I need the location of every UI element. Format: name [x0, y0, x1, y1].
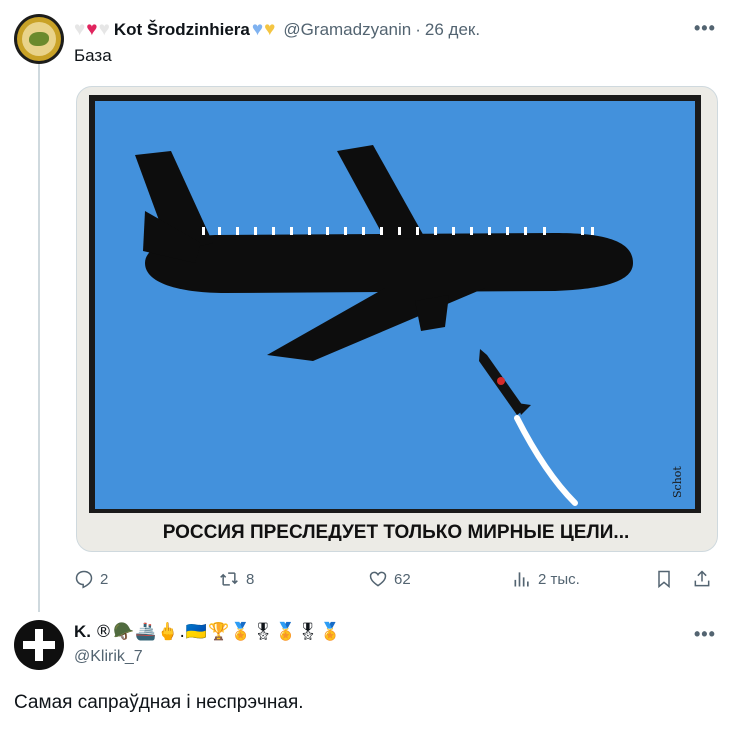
author-handle[interactable]: @Gramadzyanin — [283, 20, 411, 40]
name-emoji-hearts: ♥ ♥ ♥ — [74, 19, 110, 41]
like-icon — [369, 571, 387, 587]
avatar[interactable] — [14, 14, 64, 64]
cartoon-image: Schot РОССИЯ ПРЕСЛЕДУЕТ ТОЛЬКО МИРНЫЕ ЦЕ… — [85, 93, 707, 541]
tweet-header: ♥ ♥ ♥ Kot Šrodzinhiera ♥ ♥ @Gramadzyanin · … — [74, 17, 480, 43]
thread-line — [38, 64, 40, 612]
reply-icon — [75, 570, 93, 589]
retweet-icon — [220, 572, 238, 586]
artist-signature: Schot — [671, 466, 684, 498]
reply-button[interactable]: 2 — [74, 566, 108, 592]
yellow-heart-icon: ♥ — [264, 19, 276, 40]
white-heart-icon: ♥ — [98, 19, 110, 40]
tweet-image[interactable]: Schot РОССИЯ ПРЕСЛЕДУЕТ ТОЛЬКО МИРНЫЕ ЦЕ… — [76, 86, 718, 552]
author-name[interactable]: Kot Šrodzinhiera — [114, 20, 250, 40]
name-emoji-hearts-end: ♥ ♥ — [252, 19, 276, 41]
bookmark-icon — [658, 570, 670, 589]
like-count: 62 — [394, 570, 411, 588]
reply-header: K. ®🪖🚢🖕.🇺🇦🏆🏅🎖🏅🎖🏅 — [74, 620, 342, 644]
reply-author-name[interactable]: K. — [74, 622, 91, 642]
views-icon — [514, 572, 529, 587]
retweet-button[interactable]: 8 — [218, 566, 254, 592]
blue-heart-icon: ♥ — [251, 19, 264, 40]
reply-avatar[interactable] — [14, 620, 64, 670]
views-count: 2 тыс. — [538, 570, 580, 588]
reply-author-handle[interactable]: @Klirik_7 — [74, 648, 143, 666]
reply-text: Самая сапраўдная і неспрэчная. — [14, 692, 304, 713]
red-heart-icon: ♥ — [86, 19, 98, 40]
tweet-text: База — [74, 46, 112, 65]
retweet-count: 8 — [246, 570, 255, 588]
views-button[interactable]: 2 тыс. — [512, 566, 580, 592]
tweet-actions: 2 8 62 2 тыс. — [74, 566, 720, 592]
bookmark-button[interactable] — [654, 566, 674, 592]
reply-name-emojis: ®🪖🚢🖕.🇺🇦🏆🏅🎖🏅🎖🏅 — [95, 622, 342, 642]
share-icon — [694, 570, 710, 587]
image-caption: РОССИЯ ПРЕСЛЕДУЕТ ТОЛЬКО МИРНЫЕ ЦЕЛИ... — [163, 522, 630, 541]
separator-dot: · — [415, 20, 421, 39]
like-button[interactable]: 62 — [368, 566, 411, 592]
more-icon[interactable]: ••• — [694, 18, 716, 39]
reply-count: 2 — [100, 570, 109, 588]
more-icon[interactable]: ••• — [694, 624, 716, 645]
timestamp[interactable]: 26 дек. — [425, 20, 480, 40]
share-button[interactable] — [692, 566, 712, 592]
white-heart-icon: ♥ — [74, 19, 86, 40]
